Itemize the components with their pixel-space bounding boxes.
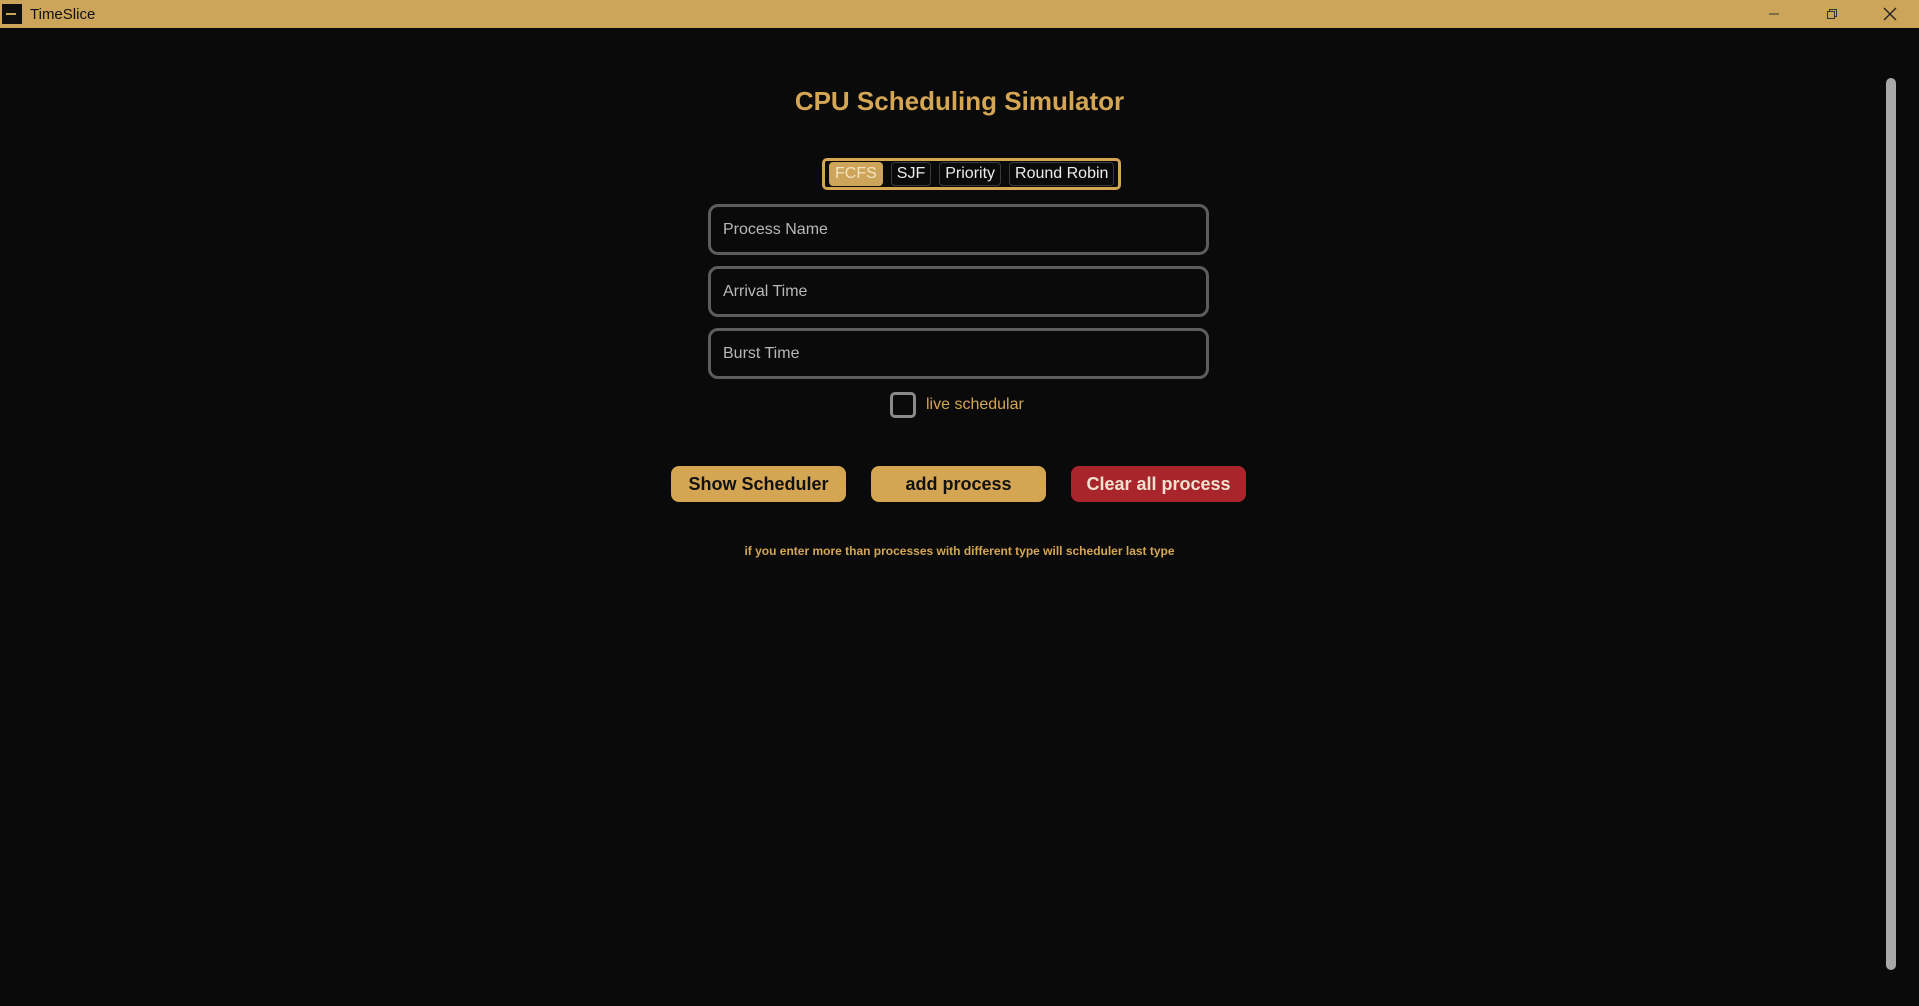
window-controls — [1745, 0, 1919, 28]
tab-round-robin[interactable]: Round Robin — [1009, 162, 1115, 186]
minimize-button[interactable] — [1745, 0, 1803, 28]
live-scheduler-checkbox[interactable] — [890, 392, 916, 418]
minimize-icon — [1769, 13, 1779, 15]
show-scheduler-button[interactable]: Show Scheduler — [671, 466, 846, 502]
main-content: CPU Scheduling Simulator FCFS SJF Priori… — [0, 28, 1919, 1006]
restore-button[interactable] — [1803, 0, 1861, 28]
live-scheduler-label: live schedular — [926, 396, 1024, 413]
close-button[interactable] — [1861, 0, 1919, 28]
tab-priority[interactable]: Priority — [939, 162, 1002, 186]
vertical-scrollbar[interactable] — [1886, 78, 1896, 970]
process-name-input[interactable] — [708, 204, 1209, 255]
arrival-time-input[interactable] — [708, 266, 1209, 317]
algorithm-tabs: FCFS SJF Priority Round Robin — [822, 158, 1122, 190]
app-icon — [2, 4, 22, 24]
add-process-button[interactable]: add process — [871, 466, 1046, 502]
burst-time-input[interactable] — [708, 328, 1209, 379]
title-bar[interactable]: TimeSlice — [0, 0, 1919, 28]
page-title: CPU Scheduling Simulator — [794, 86, 1125, 116]
restore-icon — [1827, 9, 1837, 19]
tab-fcfs[interactable]: FCFS — [829, 162, 883, 186]
close-icon — [1883, 7, 1897, 21]
clear-all-button[interactable]: Clear all process — [1071, 466, 1246, 502]
live-scheduler-row: live schedular — [890, 392, 1024, 418]
tab-sjf[interactable]: SJF — [890, 162, 932, 186]
info-note: if you enter more than processes with di… — [744, 544, 1175, 558]
app-window: TimeSlice CPU Scheduling Simulator FCFS … — [0, 0, 1919, 1006]
window-title: TimeSlice — [30, 5, 96, 23]
